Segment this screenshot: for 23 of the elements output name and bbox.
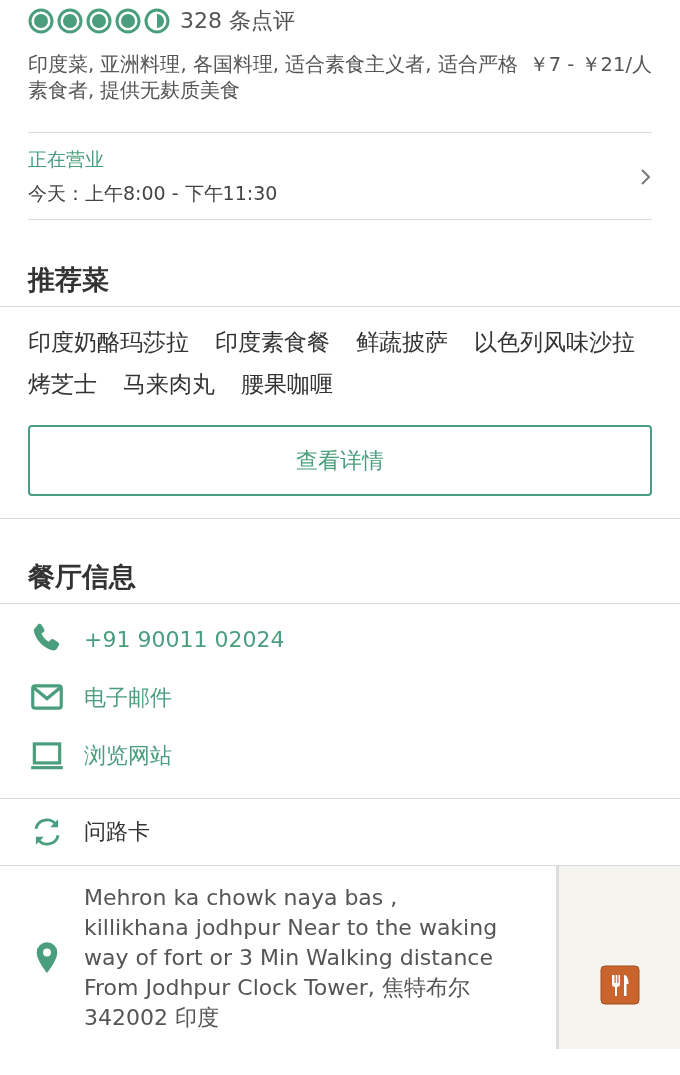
- cuisine-list: 印度菜, 亚洲料理, 各国料理, 适合素食主义者, 适合严格素食者, 提供无麸质美食: [28, 53, 518, 102]
- open-status: 正在营业: [28, 147, 105, 172]
- website-link[interactable]: 浏览网站: [28, 736, 652, 774]
- section-heading: 餐厅信息: [27, 560, 137, 594]
- dish-name: 腰果咖喱: [241, 370, 333, 399]
- opening-hours: 今天：上午8:00 - 下午11:30: [28, 181, 278, 206]
- section-heading: 推荐菜: [26, 263, 110, 297]
- dish-name: 烤芝士: [28, 370, 97, 399]
- details-button[interactable]: 查看详情: [28, 425, 652, 496]
- dish-name: 马来肉丸: [123, 370, 215, 399]
- direction-card-link[interactable]: 问路卡: [84, 813, 150, 851]
- map-thumbnail[interactable]: [556, 866, 680, 1049]
- address-text: Mehron ka chowk naya bas , killikhana jodhpur Near to the waking way of fort or 3 Min Walking distance From Jodhpur Clock Tower, 焦特布尔 342002 印度: [84, 883, 499, 1032]
- review-count: 328 条点评: [180, 7, 295, 35]
- dish-name: 以色列风味沙拉: [474, 328, 635, 357]
- dish-name: 印度奶酪玛莎拉: [28, 328, 189, 357]
- dish-name: 鲜蔬披萨: [356, 328, 448, 357]
- dish-name: 印度素食餐: [215, 328, 330, 357]
- restaurant-marker-icon: [599, 965, 640, 1005]
- phone-link[interactable]: +91 90011 02024: [28, 620, 652, 658]
- chevron-icon[interactable]: [640, 168, 652, 186]
- email-link[interactable]: 电子邮件: [28, 678, 652, 716]
- price-range: ￥7 - ￥21/人: [528, 52, 652, 78]
